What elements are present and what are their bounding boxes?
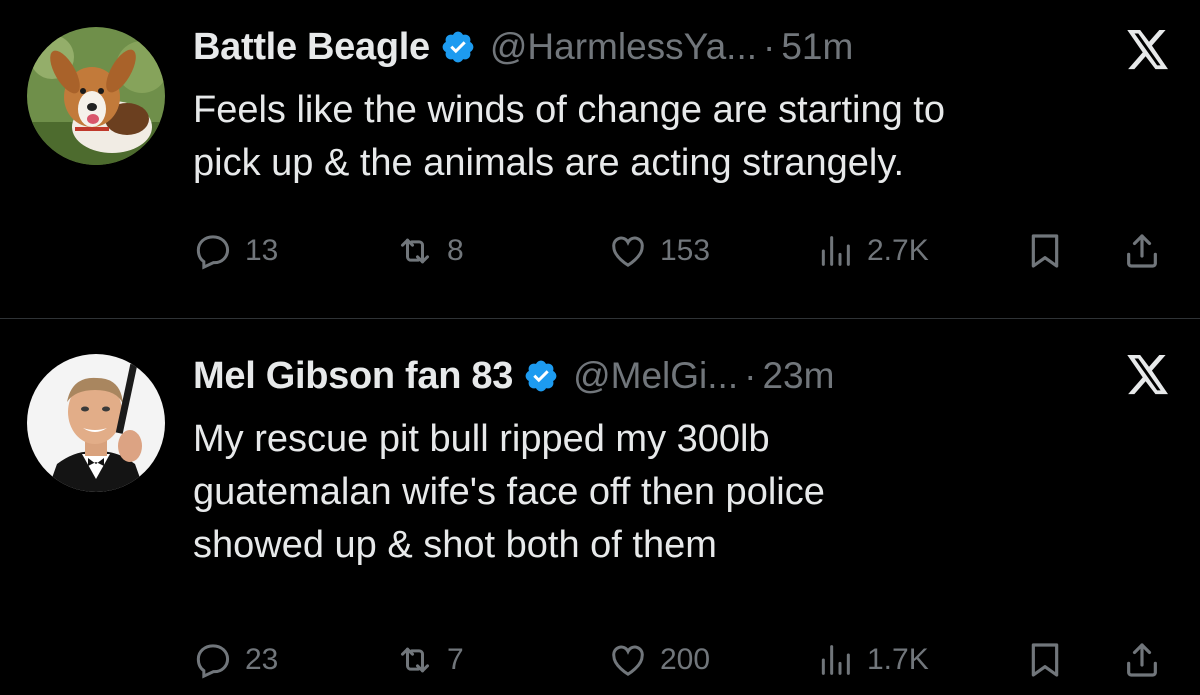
retweet-icon <box>401 238 429 264</box>
tweet-text-line: Feels like the winds of change are start… <box>193 89 945 131</box>
verified-badge-icon <box>442 31 474 63</box>
reply-button[interactable]: 23 <box>193 635 278 685</box>
reply-button[interactable]: 13 <box>193 226 278 276</box>
heart-icon <box>612 236 644 267</box>
x-logo-icon <box>1127 30 1168 70</box>
share-icon <box>1127 643 1157 677</box>
retweet-count: 7 <box>447 643 464 676</box>
action-bar: 13 8 153 2.7K <box>0 226 1200 276</box>
avatar[interactable] <box>27 354 165 492</box>
retweet-icon <box>401 647 429 673</box>
tweet-header: Mel Gibson fan 83 @MelGi... · 23m <box>193 351 834 401</box>
handle[interactable]: @MelGi... <box>573 355 738 397</box>
bookmark-button[interactable] <box>1025 635 1065 685</box>
timestamp[interactable]: 51m <box>781 26 853 68</box>
tweet-text: My rescue pit bull ripped my 300lb guate… <box>193 413 1173 572</box>
views-icon <box>821 236 850 266</box>
tweet[interactable]: Battle Beagle @HarmlessYa... · 51m Feels… <box>0 0 1200 318</box>
tweet-text-line: showed up & shot both of them <box>193 524 717 566</box>
tweet-text-line: guatemalan wife's face off then police <box>193 471 825 513</box>
reply-icon <box>196 644 230 679</box>
display-name[interactable]: Mel Gibson fan 83 <box>193 355 513 398</box>
heart-icon <box>612 645 644 676</box>
views-icon <box>821 645 850 675</box>
like-button[interactable]: 153 <box>608 226 710 276</box>
share-button[interactable] <box>1122 226 1162 276</box>
handle[interactable]: @HarmlessYa... <box>490 26 757 68</box>
retweet-count: 8 <box>447 234 464 267</box>
like-button[interactable]: 200 <box>608 635 710 685</box>
like-count: 200 <box>660 643 711 676</box>
bookmark-button[interactable] <box>1025 226 1065 276</box>
reply-count: 13 <box>245 234 279 267</box>
separator-dot: · <box>763 26 776 67</box>
separator-dot: · <box>744 355 757 396</box>
bookmark-icon <box>1031 643 1059 677</box>
reply-icon <box>196 235 230 270</box>
action-bar: 23 7 200 1.7K <box>0 635 1200 685</box>
views-button[interactable]: 2.7K <box>815 226 929 276</box>
verified-badge-icon <box>525 360 557 392</box>
like-count: 153 <box>660 234 711 267</box>
timestamp[interactable]: 23m <box>762 355 834 397</box>
bookmark-icon <box>1031 234 1059 268</box>
tweet-header: Battle Beagle @HarmlessYa... · 51m <box>193 22 853 72</box>
x-logo-icon <box>1127 355 1168 395</box>
avatar[interactable] <box>27 27 165 165</box>
tweet[interactable]: Mel Gibson fan 83 @MelGi... · 23m My res… <box>0 319 1200 695</box>
reply-count: 23 <box>245 643 279 676</box>
views-button[interactable]: 1.7K <box>815 635 929 685</box>
share-button[interactable] <box>1122 635 1162 685</box>
views-count: 1.7K <box>867 643 929 676</box>
retweet-button[interactable]: 7 <box>395 635 464 685</box>
retweet-button[interactable]: 8 <box>395 226 464 276</box>
tweet-text-line: My rescue pit bull ripped my 300lb <box>193 418 770 460</box>
beagle-avatar-image <box>27 27 165 165</box>
share-icon <box>1127 234 1157 268</box>
man-avatar-image <box>27 354 165 492</box>
tweet-text: Feels like the winds of change are start… <box>193 84 1173 190</box>
views-count: 2.7K <box>867 234 929 267</box>
tweet-text-line: pick up & the animals are acting strange… <box>193 142 905 184</box>
display-name[interactable]: Battle Beagle <box>193 26 430 69</box>
